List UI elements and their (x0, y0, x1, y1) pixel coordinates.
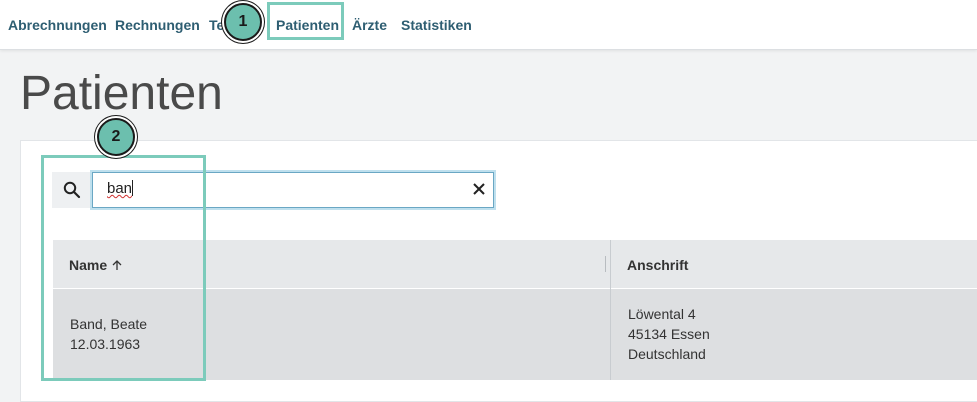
address-street: Löwental 4 (628, 306, 696, 322)
nav-item-statistiken[interactable]: Statistiken (401, 17, 472, 33)
column-header-anschrift[interactable]: Anschrift (627, 257, 688, 273)
column-resize-handle[interactable] (605, 256, 606, 272)
nav-item-aerzte[interactable]: Ärzte (352, 17, 387, 33)
page-title: Patienten (20, 67, 223, 120)
address-city: 45134 Essen (628, 326, 710, 342)
column-divider (610, 240, 611, 380)
nav-item-te[interactable]: Te (209, 17, 224, 33)
top-navigation: Abrechnungen Rechnungen Te Patienten Ärz… (0, 0, 977, 50)
highlight-box-patienten (267, 2, 344, 40)
callout-badge-2: 2 (97, 118, 135, 156)
nav-item-rechnungen[interactable]: Rechnungen (115, 17, 200, 33)
callout-badge-1: 1 (224, 3, 262, 41)
highlight-box-name-column (41, 155, 206, 381)
close-icon[interactable] (471, 181, 487, 202)
nav-item-abrechnungen[interactable]: Abrechnungen (8, 17, 107, 33)
address-country: Deutschland (628, 346, 706, 362)
